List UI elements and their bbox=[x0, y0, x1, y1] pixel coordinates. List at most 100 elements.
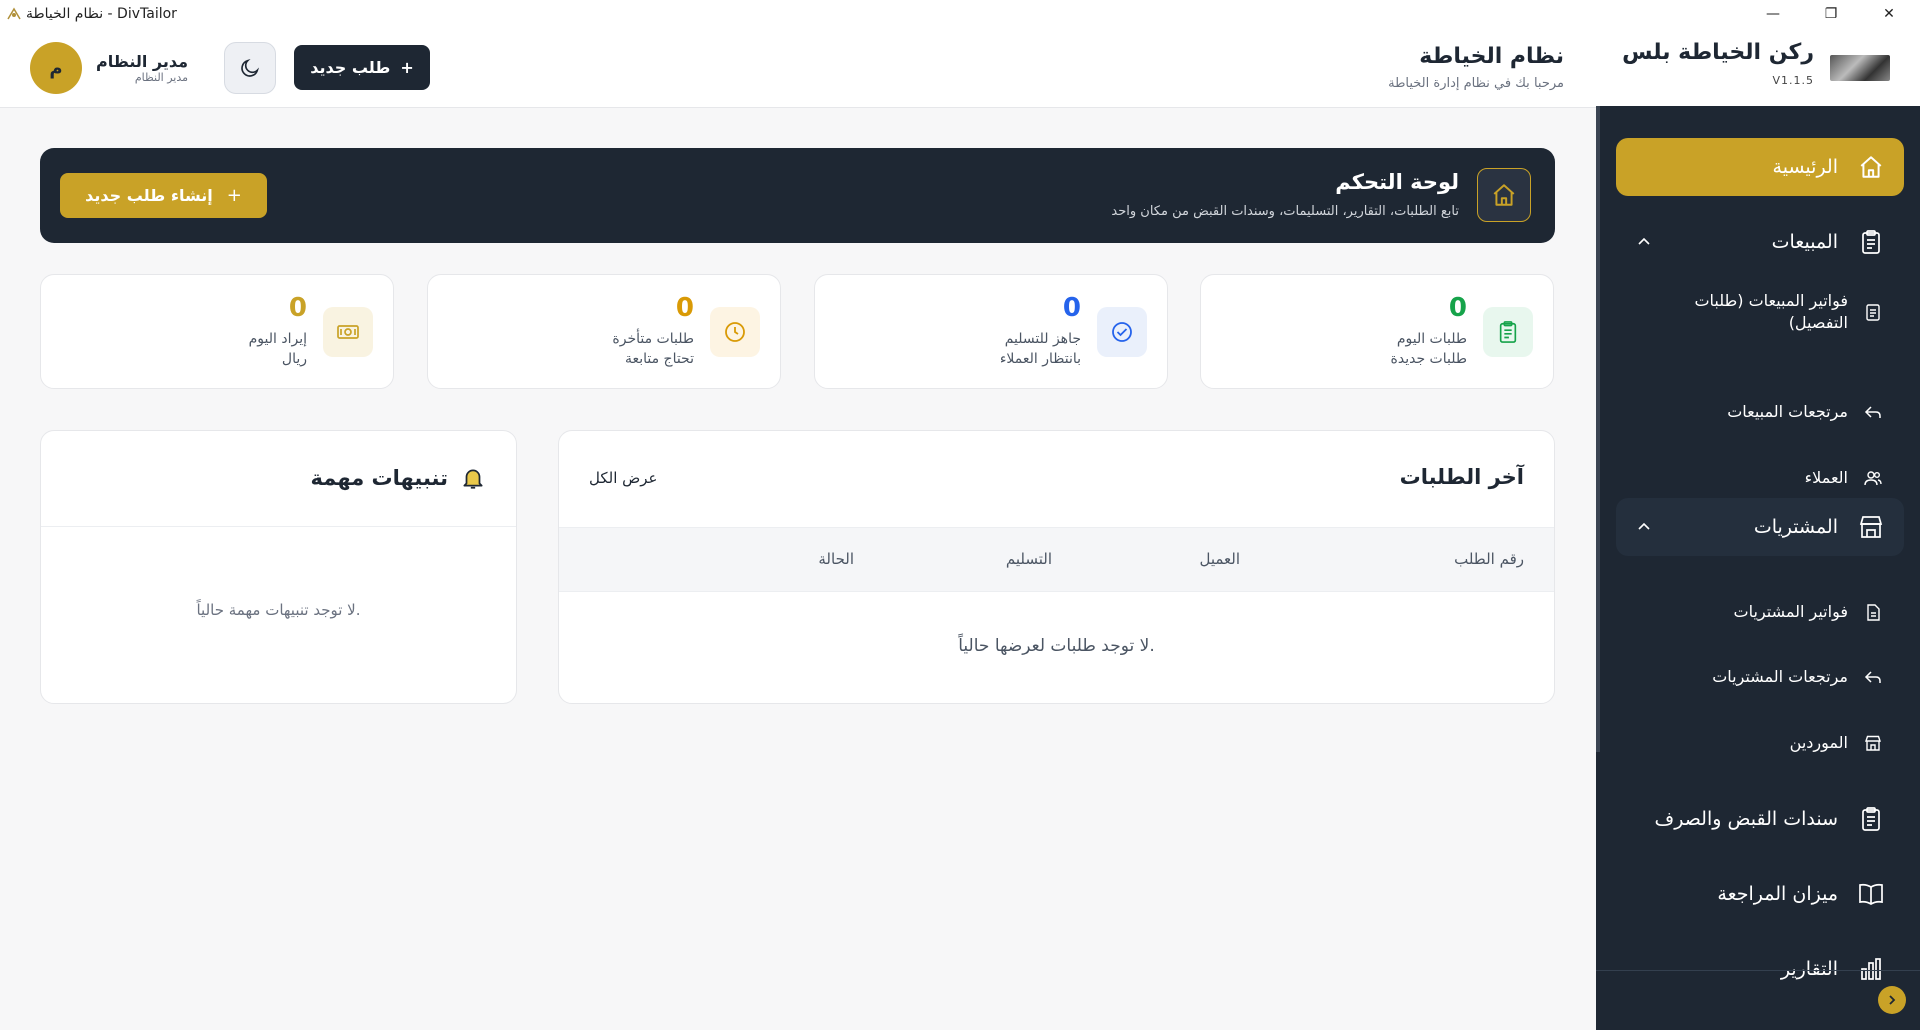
sidebar-item-reports[interactable]: التقارير bbox=[1616, 940, 1904, 998]
sidebar-item-label: ميزان المراجعة bbox=[1717, 883, 1838, 905]
stat-value: 0 bbox=[288, 293, 307, 323]
chevron-up-icon bbox=[1638, 237, 1650, 245]
sidebar-item-label: التقارير bbox=[1780, 958, 1838, 980]
user-role: مدير النظام bbox=[134, 71, 189, 84]
return-icon bbox=[1862, 401, 1884, 423]
sidebar-subitem-sales-returns[interactable]: مرتجعات المبيعات bbox=[1654, 401, 1884, 423]
brand-version: V1.1.5 bbox=[1772, 74, 1814, 87]
sidebar-subitem-label: العملاء bbox=[1804, 468, 1848, 487]
sidebar-item-home[interactable]: الرئيسية bbox=[1616, 138, 1904, 196]
stat-label: طلبات متأخرة bbox=[612, 331, 694, 347]
clock-icon bbox=[710, 307, 760, 357]
alerts-panel: تنبيهات مهمة لا توجد تنبيهات مهمة حالياً… bbox=[40, 430, 517, 704]
home-icon bbox=[1856, 152, 1886, 182]
empty-state-message: لا توجد طلبات لعرضها حالياً. bbox=[958, 636, 1155, 656]
theme-toggle-button[interactable] bbox=[224, 42, 276, 94]
dashboard-banner: لوحة التحكم تابع الطلبات، التقارير، التس… bbox=[40, 148, 1555, 243]
sidebar-subitem-label: فواتير المشتريات bbox=[1733, 602, 1848, 621]
stat-card-today-orders[interactable]: 0 طلبات اليوم طلبات جديدة bbox=[1200, 274, 1554, 389]
sidebar-item-purchases[interactable]: المشتريات bbox=[1616, 498, 1904, 556]
sidebar-item-trial-balance[interactable]: ميزان المراجعة bbox=[1616, 865, 1904, 923]
sidebar-subitem-label: مرتجعات المبيعات bbox=[1727, 402, 1848, 421]
home-icon bbox=[1477, 168, 1531, 222]
new-order-button[interactable]: طلب جديد + bbox=[294, 45, 430, 90]
clipboard-icon bbox=[1856, 227, 1886, 257]
sidebar-subitem-label: مرتجعات المشتريات bbox=[1712, 667, 1848, 686]
clipboard-icon bbox=[1483, 307, 1533, 357]
avatar: م bbox=[30, 42, 82, 94]
sidebar-subitem-label: الموردين bbox=[1789, 733, 1848, 752]
stat-card-late-orders[interactable]: 0 طلبات متأخرة تحتاج متابعة bbox=[427, 274, 781, 389]
sidebar: ركن الخياطة بلس V1.1.5 الرئيسية المبيعات… bbox=[1596, 28, 1920, 1030]
stat-sublabel: تحتاج متابعة bbox=[624, 351, 694, 367]
view-all-link[interactable]: عرض الكل bbox=[589, 469, 658, 487]
users-icon bbox=[1862, 467, 1884, 489]
moon-icon bbox=[241, 58, 260, 77]
minimize-button[interactable]: — bbox=[1744, 0, 1802, 28]
store-icon bbox=[1862, 732, 1884, 754]
check-circle-icon bbox=[1097, 307, 1147, 357]
chevron-right-icon bbox=[1889, 995, 1896, 1005]
clipboard-icon bbox=[1856, 804, 1886, 834]
sidebar-item-vouchers[interactable]: سندات القبض والصرف bbox=[1616, 790, 1904, 848]
user-profile[interactable]: م مدير النظام مدير النظام bbox=[30, 42, 188, 94]
sidebar-item-sales[interactable]: المبيعات bbox=[1616, 213, 1904, 271]
close-button[interactable]: ✕ bbox=[1860, 0, 1918, 28]
return-icon bbox=[1862, 666, 1884, 688]
brand-name: ركن الخياطة بلس bbox=[1622, 40, 1814, 65]
sidebar-item-label: سندات القبض والصرف bbox=[1654, 808, 1838, 830]
sidebar-item-label: الرئيسية bbox=[1772, 156, 1838, 178]
store-icon bbox=[1856, 512, 1886, 542]
page-subtitle: مرحبا بك في نظام إدارة الخياطة bbox=[1388, 76, 1564, 91]
sidebar-subitem-sales-invoices[interactable]: فواتير المبيعات (طلبات التفصيل) bbox=[1654, 290, 1884, 335]
create-order-button[interactable]: إنشاء طلب جديد + bbox=[60, 173, 267, 218]
window-title: نظام الخياطة - DivTailor bbox=[26, 6, 177, 22]
dashboard-subtitle: تابع الطلبات، التقارير، التسليمات، وسندا… bbox=[1111, 204, 1459, 219]
sidebar-subitem-suppliers[interactable]: الموردين bbox=[1654, 732, 1884, 754]
sidebar-subitem-customers[interactable]: العملاء bbox=[1654, 467, 1884, 489]
stat-value: 0 bbox=[1448, 293, 1467, 323]
stat-value: 0 bbox=[1062, 293, 1081, 323]
create-order-label: إنشاء طلب جديد bbox=[85, 186, 213, 205]
bar-chart-icon bbox=[1856, 954, 1886, 984]
panel-title: تنبيهات مهمة bbox=[310, 466, 448, 490]
stat-value: 0 bbox=[675, 293, 694, 323]
cash-icon bbox=[323, 307, 373, 357]
page-title: نظام الخياطة bbox=[1419, 44, 1564, 69]
maximize-button[interactable]: ❐ bbox=[1802, 0, 1860, 28]
sidebar-collapse-button[interactable] bbox=[1878, 986, 1906, 1014]
stat-sublabel: ريال bbox=[281, 351, 307, 367]
sidebar-item-label: المبيعات bbox=[1771, 231, 1838, 253]
table-header: رقم الطلب العميل التسليم الحالة bbox=[559, 527, 1554, 592]
column-header-order-number: رقم الطلب bbox=[1454, 550, 1524, 568]
stat-card-ready-delivery[interactable]: 0 جاهز للتسليم بانتظار العملاء bbox=[814, 274, 1168, 389]
stat-label: طلبات اليوم bbox=[1396, 331, 1467, 347]
dashboard-title: لوحة التحكم bbox=[1335, 170, 1459, 194]
topbar: نظام الخياطة مرحبا بك في نظام إدارة الخي… bbox=[0, 28, 1596, 108]
brand-header: ركن الخياطة بلس V1.1.5 bbox=[1596, 28, 1920, 106]
user-name: مدير النظام bbox=[96, 52, 189, 71]
sidebar-subitem-purchase-invoices[interactable]: فواتير المشتريات bbox=[1654, 601, 1884, 623]
file-icon bbox=[1862, 601, 1884, 623]
new-order-label: طلب جديد bbox=[310, 58, 391, 77]
stat-sublabel: طلبات جديدة bbox=[1390, 351, 1467, 367]
column-header-status: الحالة bbox=[818, 550, 854, 568]
window-titlebar: نظام الخياطة - DivTailor — ❐ ✕ bbox=[0, 0, 1920, 28]
plus-icon: + bbox=[400, 58, 414, 77]
plus-icon: + bbox=[226, 185, 242, 206]
sidebar-subitem-purchase-returns[interactable]: مرتجعات المشتريات bbox=[1654, 666, 1884, 688]
column-header-delivery: التسليم bbox=[1005, 550, 1052, 568]
stat-card-today-revenue[interactable]: 0 إيراد اليوم ريال bbox=[40, 274, 394, 389]
panel-divider bbox=[41, 526, 516, 527]
panel-title-row: تنبيهات مهمة bbox=[311, 465, 486, 491]
document-icon bbox=[1862, 301, 1884, 323]
sidebar-item-label: المشتريات bbox=[1753, 516, 1838, 538]
empty-state-message: لا توجد تنبيهات مهمة حالياً. bbox=[196, 601, 361, 619]
latest-orders-panel: آخر الطلبات عرض الكل رقم الطلب العميل ال… bbox=[558, 430, 1555, 704]
sidebar-subitem-label: فواتير المبيعات (طلبات التفصيل) bbox=[1694, 291, 1848, 333]
book-icon bbox=[1856, 879, 1886, 909]
panel-title: آخر الطلبات bbox=[1399, 465, 1524, 489]
stat-sublabel: بانتظار العملاء bbox=[999, 351, 1081, 367]
sidebar-scrollbar[interactable] bbox=[1596, 106, 1600, 752]
chevron-up-icon bbox=[1638, 522, 1650, 530]
